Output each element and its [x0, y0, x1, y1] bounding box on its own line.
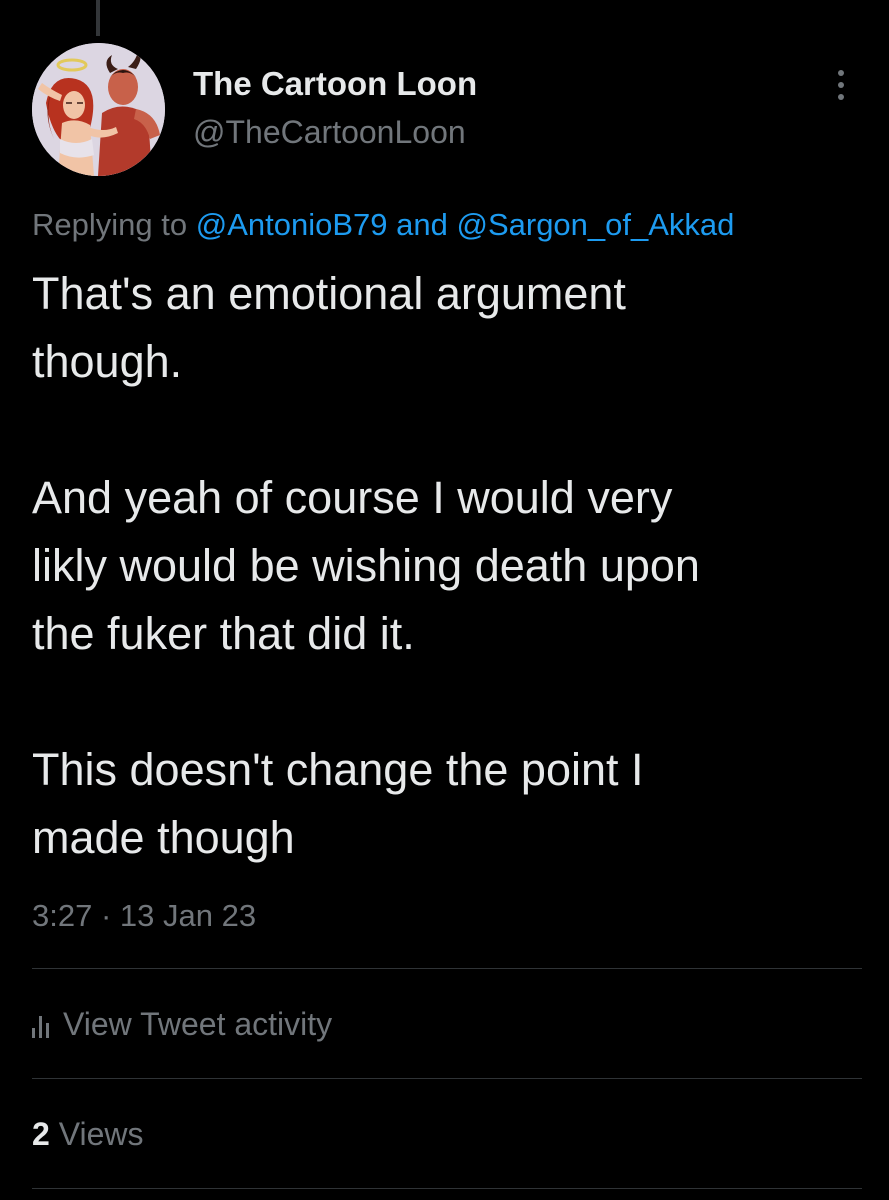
tweet-paragraph: That's an emotional argument though.	[32, 268, 626, 387]
mention-link-antoniob79[interactable]: @AntonioB79	[196, 207, 388, 242]
bar-chart-icon	[32, 1016, 49, 1038]
more-vertical-icon-dot	[838, 82, 844, 88]
more-options-button[interactable]	[826, 64, 856, 106]
tweet-text: That's an emotional argument though. And…	[32, 260, 862, 872]
tweet-paragraph: This doesn't change the point I made tho…	[32, 744, 644, 863]
avatar[interactable]	[32, 43, 165, 176]
thread-connector-line	[96, 0, 100, 36]
author-display-name[interactable]: The Cartoon Loon	[193, 62, 477, 106]
replying-to-joiner: and	[396, 207, 448, 242]
views-count: 2	[32, 1116, 50, 1152]
more-vertical-icon-dot	[838, 94, 844, 100]
replying-to-prefix: Replying to	[32, 207, 188, 242]
more-vertical-icon	[838, 70, 844, 76]
divider	[32, 1078, 862, 1079]
author-handle[interactable]: @TheCartoonLoon	[193, 110, 477, 154]
avatar-illustration	[32, 43, 165, 176]
author-block: The Cartoon Loon @TheCartoonLoon	[193, 62, 477, 154]
views-count-row[interactable]: 2 Views	[32, 1112, 143, 1156]
tweet-paragraph: And yeah of course I would very likly wo…	[32, 472, 700, 659]
views-label: Views	[58, 1116, 144, 1152]
tweet-timestamp[interactable]: 3:27 · 13 Jan 23	[32, 894, 256, 938]
divider	[32, 1188, 862, 1189]
view-tweet-activity-button[interactable]: View Tweet activity	[32, 1000, 332, 1048]
replying-to-line: Replying to @AntonioB79 and @Sargon_of_A…	[32, 204, 734, 246]
mention-link-sargon-of-akkad[interactable]: @Sargon_of_Akkad	[456, 207, 734, 242]
divider	[32, 968, 862, 969]
view-tweet-activity-label: View Tweet activity	[63, 1005, 333, 1042]
